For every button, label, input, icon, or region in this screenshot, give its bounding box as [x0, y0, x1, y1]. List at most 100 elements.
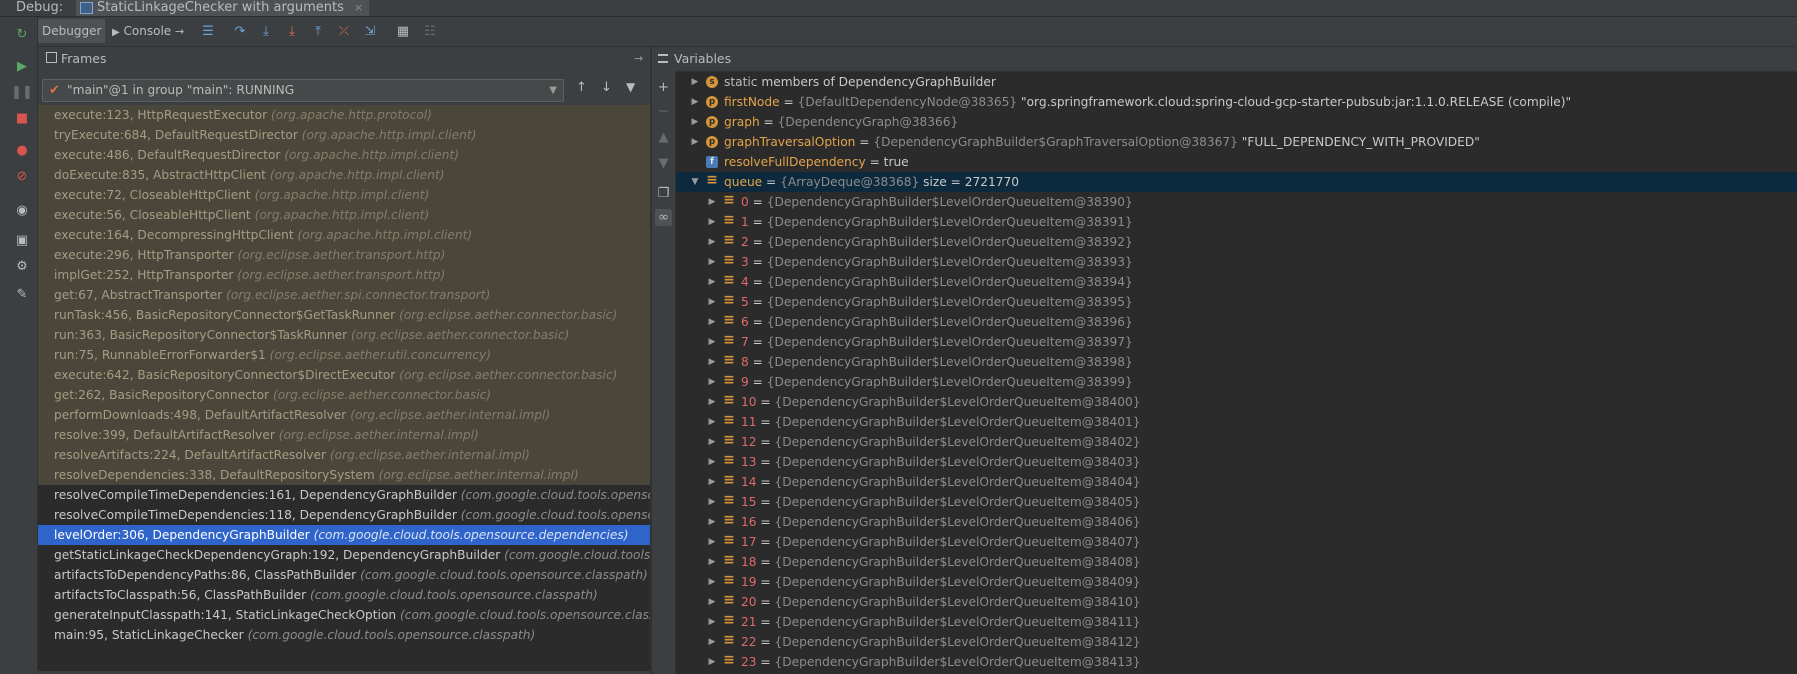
frame-row[interactable]: get:67, AbstractTransporter (org.eclipse…: [38, 285, 650, 305]
queue-item-row[interactable]: ▶ ≡ 4 = {DependencyGraphBuilder$LevelOrder…: [676, 272, 1797, 292]
trace-icon[interactable]: ☷: [421, 22, 439, 40]
view-breakpoints-icon[interactable]: ●: [13, 141, 31, 159]
frame-row[interactable]: execute:164, DecompressingHttpClient (or…: [38, 225, 650, 245]
expand-arrow-icon[interactable]: ▶: [707, 432, 717, 452]
expand-arrow-icon[interactable]: ▶: [707, 212, 717, 232]
frame-row[interactable]: artifactsToClasspath:56, ClassPathBuilde…: [38, 585, 650, 605]
frame-row[interactable]: doExecute:835, AbstractHttpClient (org.a…: [38, 165, 650, 185]
frame-row[interactable]: run:75, RunnableErrorForwarder$1 (org.ec…: [38, 345, 650, 365]
queue-item-row[interactable]: ▶ ≡ 0 = {DependencyGraphBuilder$LevelOrder…: [676, 192, 1797, 212]
frame-row[interactable]: getStaticLinkageCheckDependencyGraph:192…: [38, 545, 650, 565]
stop-icon[interactable]: ■: [13, 109, 31, 127]
frame-row[interactable]: resolveCompileTimeDependencies:118, Depe…: [38, 505, 650, 525]
expand-arrow-icon[interactable]: ▶: [707, 472, 717, 492]
queue-item-row[interactable]: ▶ ≡ 17 = {DependencyGraphBuilder$LevelOrde…: [676, 532, 1797, 552]
queue-item-row[interactable]: ▶ ≡ 23 = {DependencyGraphBuilder$LevelOrde…: [676, 652, 1797, 672]
evaluate-expression-icon[interactable]: ▦: [394, 22, 412, 40]
copy-icon[interactable]: ❐: [655, 185, 672, 202]
frame-row[interactable]: implGet:252, HttpTransporter (org.eclips…: [38, 265, 650, 285]
new-watch-icon[interactable]: +: [655, 79, 672, 96]
drop-frame-icon[interactable]: ⤫: [335, 22, 353, 40]
expand-arrow-icon[interactable]: ▶: [690, 132, 700, 152]
frames-pin-icon[interactable]: →: [634, 47, 643, 71]
frame-row[interactable]: execute:486, DefaultRequestDirector (org…: [38, 145, 650, 165]
show-execution-point-icon[interactable]: ☰: [199, 22, 217, 40]
frame-row[interactable]: resolveDependencies:338, DefaultReposito…: [38, 465, 650, 485]
filter-frames-icon[interactable]: ▼: [626, 80, 635, 94]
frame-row[interactable]: execute:123, HttpRequestExecutor (org.ap…: [38, 105, 650, 125]
frame-row[interactable]: execute:642, BasicRepositoryConnector$Di…: [38, 365, 650, 385]
expand-arrow-icon[interactable]: ▶: [707, 412, 717, 432]
step-out-icon[interactable]: ⤒: [309, 22, 327, 40]
frame-row[interactable]: performDownloads:498, DefaultArtifactRes…: [38, 405, 650, 425]
frame-row[interactable]: resolve:399, DefaultArtifactResolver (or…: [38, 425, 650, 445]
queue-item-row[interactable]: ▶ ≡ 13 = {DependencyGraphBuilder$LevelOrde…: [676, 452, 1797, 472]
expand-arrow-icon[interactable]: ▶: [707, 192, 717, 212]
rerun-icon[interactable]: ↻: [13, 25, 31, 43]
expand-arrow-icon[interactable]: ▶: [707, 352, 717, 372]
remove-watch-icon[interactable]: −: [655, 103, 672, 120]
queue-item-row[interactable]: ▶ ≡ 15 = {DependencyGraphBuilder$LevelOrde…: [676, 492, 1797, 512]
frame-row[interactable]: main:95, StaticLinkageChecker (com.googl…: [38, 625, 650, 645]
variable-row-static[interactable]: ▶ s static members of DependencyGraphBuild…: [676, 72, 1797, 92]
queue-item-row[interactable]: ▶ ≡ 2 = {DependencyGraphBuilder$LevelOrder…: [676, 232, 1797, 252]
expand-arrow-icon[interactable]: ▶: [707, 532, 717, 552]
queue-item-row[interactable]: ▶ ≡ 16 = {DependencyGraphBuilder$LevelOrde…: [676, 512, 1797, 532]
move-down-icon[interactable]: ▼: [655, 155, 672, 172]
mute-breakpoints-icon[interactable]: ⊘: [13, 167, 31, 185]
frame-row[interactable]: get:262, BasicRepositoryConnector (org.e…: [38, 385, 650, 405]
variable-row-graphTraversalOption[interactable]: ▶ p graphTraversalOption = {DependencyGrap…: [676, 132, 1797, 152]
expand-arrow-icon[interactable]: ▶: [707, 552, 717, 572]
queue-item-row[interactable]: ▶ ≡ 10 = {DependencyGraphBuilder$LevelOrde…: [676, 392, 1797, 412]
previous-frame-icon[interactable]: ↑: [576, 80, 587, 95]
expand-arrow-icon[interactable]: ▶: [707, 592, 717, 612]
queue-item-row[interactable]: ▶ ≡ 7 = {DependencyGraphBuilder$LevelOrder…: [676, 332, 1797, 352]
frame-row[interactable]: execute:296, HttpTransporter (org.eclips…: [38, 245, 650, 265]
expanded-arrow-icon[interactable]: ▼: [690, 172, 700, 192]
expand-arrow-icon[interactable]: ▶: [707, 632, 717, 652]
step-into-icon[interactable]: ⤓: [257, 22, 275, 40]
variable-row-resolveFullDependency[interactable]: f resolveFullDependency = true: [676, 152, 1797, 172]
pin-tab-icon[interactable]: ✎: [13, 285, 31, 303]
variable-row-graph[interactable]: ▶ p graph = {DependencyGraph@38366}: [676, 112, 1797, 132]
resume-icon[interactable]: ▶: [13, 57, 31, 75]
queue-item-row[interactable]: ▶ ≡ 19 = {DependencyGraphBuilder$LevelOrde…: [676, 572, 1797, 592]
expand-arrow-icon[interactable]: ▶: [707, 292, 717, 312]
expand-arrow-icon[interactable]: ▶: [707, 232, 717, 252]
expand-arrow-icon[interactable]: ▶: [707, 572, 717, 592]
frame-row[interactable]: resolveCompileTimeDependencies:161, Depe…: [38, 485, 650, 505]
expand-arrow-icon[interactable]: ▶: [707, 612, 717, 632]
frame-row[interactable]: execute:56, CloseableHttpClient (org.apa…: [38, 205, 650, 225]
frame-row[interactable]: runTask:456, BasicRepositoryConnector$Ge…: [38, 305, 650, 325]
frame-row[interactable]: resolveArtifacts:224, DefaultArtifactRes…: [38, 445, 650, 465]
expand-arrow-icon[interactable]: ▶: [707, 372, 717, 392]
frame-row[interactable]: generateInputClasspath:141, StaticLinkag…: [38, 605, 650, 625]
frame-row[interactable]: tryExecute:684, DefaultRequestDirector (…: [38, 125, 650, 145]
run-to-cursor-icon[interactable]: ⇲: [361, 22, 379, 40]
expand-arrow-icon[interactable]: ▶: [690, 112, 700, 132]
expand-arrow-icon[interactable]: ▶: [707, 312, 717, 332]
settings-gear-icon[interactable]: ⚙: [13, 257, 31, 275]
close-tab-icon[interactable]: ×: [354, 0, 363, 16]
expand-arrow-icon[interactable]: ▶: [707, 252, 717, 272]
queue-item-row[interactable]: ▶ ≡ 20 = {DependencyGraphBuilder$LevelOrde…: [676, 592, 1797, 612]
tab-console[interactable]: ▶ Console →: [108, 19, 188, 43]
variable-row-queue[interactable]: ▼ ≡ queue = {ArrayDeque@38368} size = 2721…: [676, 172, 1797, 192]
queue-item-row[interactable]: ▶ ≡ 9 = {DependencyGraphBuilder$LevelOrder…: [676, 372, 1797, 392]
queue-item-row[interactable]: ▶ ≡ 6 = {DependencyGraphBuilder$LevelOrder…: [676, 312, 1797, 332]
frame-row[interactable]: levelOrder:306, DependencyGraphBuilder (…: [38, 525, 650, 545]
layout-icon[interactable]: ▣: [13, 231, 31, 249]
queue-item-row[interactable]: ▶ ≡ 22 = {DependencyGraphBuilder$LevelOrde…: [676, 632, 1797, 652]
console-restore-icon[interactable]: →: [175, 25, 184, 38]
frame-row[interactable]: artifactsToDependencyPaths:86, ClassPath…: [38, 565, 650, 585]
frame-row[interactable]: run:363, BasicRepositoryConnector$TaskRu…: [38, 325, 650, 345]
queue-item-row[interactable]: ▶ ≡ 5 = {DependencyGraphBuilder$LevelOrder…: [676, 292, 1797, 312]
thread-selector[interactable]: ✔ "main"@1 in group "main": RUNNING ▼: [42, 79, 564, 102]
expand-arrow-icon[interactable]: ▶: [690, 72, 700, 92]
expand-arrow-icon[interactable]: ▶: [707, 452, 717, 472]
camera-icon[interactable]: ◉: [13, 201, 31, 219]
expand-arrow-icon[interactable]: ▶: [707, 492, 717, 512]
pause-icon[interactable]: ❚❚: [11, 83, 33, 101]
force-step-into-icon[interactable]: ⤓: [283, 22, 301, 40]
run-config-tab[interactable]: StaticLinkageChecker with arguments ×: [76, 0, 370, 16]
